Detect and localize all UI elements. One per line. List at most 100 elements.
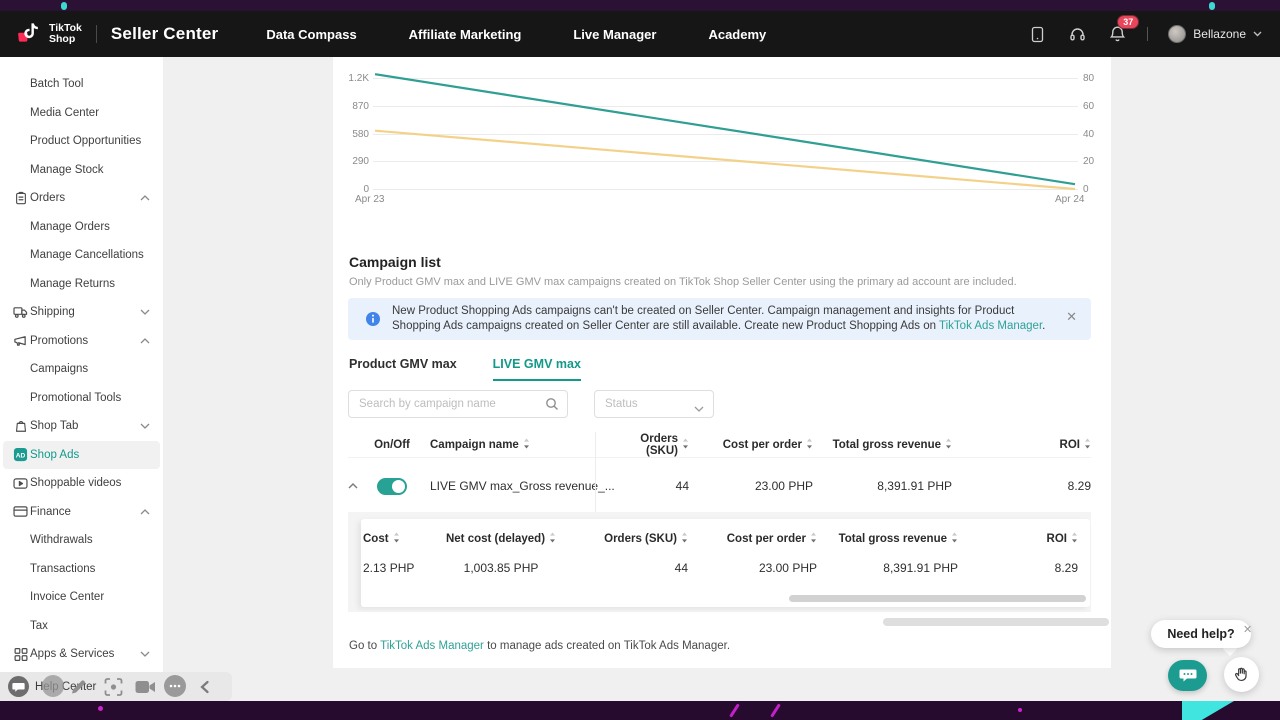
notifications-bell-icon[interactable]: 37 [1107, 24, 1127, 44]
sidebar-item-transactions[interactable]: Transactions [0, 555, 163, 584]
sort-icon[interactable] [682, 438, 689, 452]
promotions-icon [13, 333, 28, 348]
horizontal-scrollbar[interactable] [883, 618, 1109, 626]
sort-icon[interactable] [393, 532, 400, 546]
sidebar-item-manage-orders[interactable]: Manage Orders [0, 213, 163, 242]
sidebar-item-finance[interactable]: Finance [0, 498, 163, 527]
sidebar-item-apps-services[interactable]: Apps & Services [0, 640, 163, 669]
info-banner: New Product Shopping Ads campaigns can't… [348, 298, 1091, 340]
sidebar-item-manage-stock[interactable]: Manage Stock [0, 156, 163, 185]
sidebar-item-manage-cancellations[interactable]: Manage Cancellations [0, 241, 163, 270]
more-options-icon[interactable] [164, 675, 186, 697]
col-cost-per-order[interactable]: Cost per order [688, 532, 817, 546]
tab-product-gmv-max[interactable]: Product GMV max [349, 357, 457, 381]
support-headset-icon[interactable] [1067, 24, 1087, 44]
search-input[interactable] [359, 398, 539, 410]
banner-ads-manager-link[interactable]: TikTok Ads Manager [939, 320, 1042, 332]
sidebar-item-manage-returns[interactable]: Manage Returns [0, 270, 163, 299]
nav-academy[interactable]: Academy [708, 27, 766, 42]
sidebar-item-shop-ads[interactable]: ADShop Ads [3, 441, 160, 470]
detail-row: 2.13 PHP 1,003.85 PHP 44 23.00 PHP 8,391… [361, 551, 1078, 585]
pencil-icon[interactable] [70, 678, 87, 695]
col-total-gross-revenue[interactable]: Total gross revenue [813, 438, 952, 452]
sidebar-item-promotional-tools[interactable]: Promotional Tools [0, 384, 163, 413]
sidebar-item-batch-tool[interactable]: Batch Tool [0, 70, 163, 99]
chevron-left-icon[interactable] [200, 680, 209, 693]
sidebar-item-shoppable-videos[interactable]: Shoppable videos [0, 469, 163, 498]
screenshot-focus-icon[interactable] [104, 677, 123, 696]
chevron-down-icon [140, 309, 150, 315]
sidebar-item-invoice-center[interactable]: Invoice Center [0, 583, 163, 612]
sidebar-item-label: Manage Returns [30, 278, 115, 290]
col-cost-per-order[interactable]: Cost per order [689, 438, 813, 452]
apps-icon [13, 647, 28, 662]
campaign-name-cell[interactable]: LIVE GMV max_Gross revenue_... [418, 479, 618, 493]
video-frame-top-strip [0, 0, 1280, 11]
sidebar-item-product-opportunities[interactable]: Product Opportunities [0, 127, 163, 156]
sort-icon[interactable] [810, 532, 817, 546]
col-roi[interactable]: ROI [958, 532, 1078, 546]
collapse-row-icon[interactable] [348, 483, 366, 489]
chat-button[interactable] [1168, 660, 1207, 691]
chevron-down-icon [140, 651, 150, 657]
col-campaign-name[interactable]: Campaign name [418, 438, 618, 452]
col-net-cost[interactable]: Net cost (delayed) [416, 532, 586, 546]
sidebar-item-label: Promotions [30, 335, 88, 347]
chart-lines [373, 78, 1078, 189]
hand-raise-button[interactable] [1224, 657, 1259, 692]
tab-live-gmv-max[interactable]: LIVE GMV max [493, 357, 581, 381]
header-separator [1147, 27, 1148, 41]
sort-icon[interactable] [523, 438, 530, 452]
sidebar-item-shop-tab[interactable]: Shop Tab [0, 412, 163, 441]
help-center-icon[interactable] [8, 676, 29, 697]
sidebar-item-orders[interactable]: Orders [0, 184, 163, 213]
sort-icon[interactable] [951, 532, 958, 546]
chart-line-yellow-metric [375, 131, 1075, 189]
sidebar-item-label: Tax [30, 620, 48, 632]
horizontal-scrollbar[interactable] [789, 595, 1086, 602]
tiktok-shop-logo[interactable]: TikTok Shop [18, 21, 82, 47]
chevron-up-icon [140, 338, 150, 344]
sort-icon[interactable] [549, 532, 556, 546]
col-orders[interactable]: Orders (SKU) [586, 532, 688, 546]
col-roi[interactable]: ROI [952, 438, 1091, 452]
y-tick-right: 80 [1083, 73, 1094, 84]
video-camera-icon[interactable] [135, 680, 156, 694]
nav-data-compass[interactable]: Data Compass [266, 27, 356, 42]
nav-live-manager[interactable]: Live Manager [573, 27, 656, 42]
status-filter[interactable]: Status [594, 390, 714, 418]
sort-icon[interactable] [945, 438, 952, 452]
col-onoff: On/Off [366, 439, 418, 451]
sort-icon[interactable] [1084, 438, 1091, 452]
campaign-onoff-toggle[interactable] [377, 478, 407, 495]
decor-dot [1209, 2, 1215, 10]
sidebar-item-tax[interactable]: Tax [0, 612, 163, 641]
sidebar-item-shipping[interactable]: Shipping [0, 298, 163, 327]
user-menu[interactable]: Bellazone [1168, 25, 1262, 43]
col-orders[interactable]: Orders (SKU) [618, 433, 689, 457]
x-tick-start: Apr 23 [355, 194, 384, 205]
sidebar-item-label: Transactions [30, 563, 95, 575]
sidebar-item-campaigns[interactable]: Campaigns [0, 355, 163, 384]
sort-icon[interactable] [1071, 532, 1078, 546]
seller-center-title[interactable]: Seller Center [111, 24, 218, 44]
sidebar-item-withdrawals[interactable]: Withdrawals [0, 526, 163, 555]
close-icon[interactable]: ✕ [1066, 310, 1077, 323]
campaign-search[interactable] [348, 390, 568, 418]
sidebar-item-label: Batch Tool [30, 78, 84, 90]
nav-affiliate-marketing[interactable]: Affiliate Marketing [409, 27, 522, 42]
sort-icon[interactable] [806, 438, 813, 452]
finance-icon [13, 504, 28, 519]
footer-ads-manager-link[interactable]: TikTok Ads Manager [380, 640, 484, 652]
close-icon[interactable]: ✕ [1243, 623, 1252, 636]
mobile-app-icon[interactable] [1027, 24, 1047, 44]
sort-icon[interactable] [681, 532, 688, 546]
need-help-bubble[interactable]: Need help? [1151, 620, 1251, 648]
col-total-gross-revenue[interactable]: Total gross revenue [817, 532, 958, 546]
sidebar-item-promotions[interactable]: Promotions [0, 327, 163, 356]
col-cost[interactable]: Cost [361, 532, 416, 546]
total-gross-revenue-cell: 8,391.91 PHP [817, 561, 958, 575]
sidebar-item-media-center[interactable]: Media Center [0, 99, 163, 128]
detail-table-header: Cost Net cost (delayed) Orders (SKU) Cos… [361, 527, 1078, 551]
net-cost-cell: 1,003.85 PHP [416, 561, 586, 575]
